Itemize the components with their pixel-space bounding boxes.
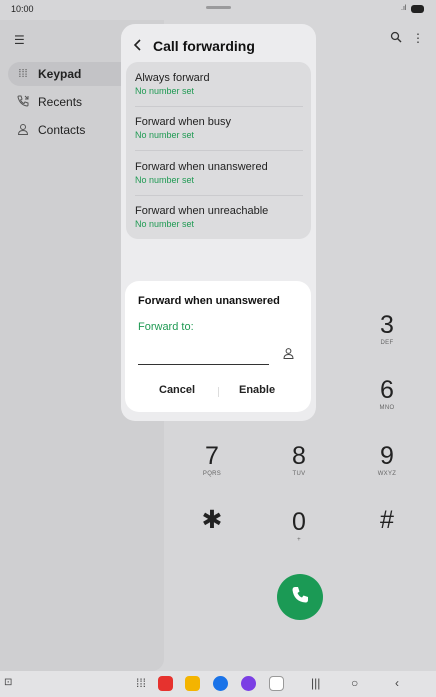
- contacts-icon: [12, 123, 34, 138]
- bottom-taskbar: ⊡ ⁞⁞⁞ ||| ○ ‹: [0, 671, 436, 697]
- option-status: No number set: [135, 219, 195, 229]
- option-title: Forward when unreachable: [135, 205, 269, 217]
- divider: [135, 150, 303, 151]
- key-letters: TUV: [292, 471, 306, 477]
- enable-button[interactable]: Enable: [239, 384, 275, 396]
- app-icon-camera[interactable]: [269, 676, 284, 691]
- keypad-icon: ⁞⁞⁞: [18, 68, 28, 80]
- option-always-forward[interactable]: Always forward No number set: [135, 71, 303, 97]
- key-digit: #: [380, 506, 394, 534]
- dialog-title: Forward when unanswered: [138, 295, 280, 307]
- sidebar-item-label: Contacts: [38, 123, 86, 137]
- forward-dialog: Forward when unanswered Forward to: Canc…: [125, 281, 311, 412]
- back-arrow-icon[interactable]: [133, 38, 153, 54]
- menu-icon[interactable]: ☰: [14, 33, 25, 47]
- status-bar: 10:00 .ıl: [0, 0, 436, 20]
- back-icon[interactable]: ‹: [395, 676, 399, 690]
- page-title: Call forwarding: [153, 38, 255, 54]
- key-0[interactable]: 0 +: [279, 508, 319, 544]
- key-letters: +: [297, 537, 301, 543]
- search-icon[interactable]: [390, 31, 402, 46]
- option-status: No number set: [135, 130, 195, 140]
- key-letters: PQRS: [202, 471, 222, 477]
- phone-icon: [290, 585, 310, 610]
- call-button[interactable]: [277, 574, 323, 620]
- key-digit: ✱: [201, 506, 223, 534]
- option-forward-when-unanswered[interactable]: Forward when unanswered No number set: [135, 160, 303, 186]
- screenshot-icon[interactable]: ⊡: [4, 677, 12, 688]
- status-time: 10:00: [11, 4, 34, 14]
- more-options-icon[interactable]: ⋮: [412, 31, 424, 45]
- key-letters: DEF: [380, 340, 394, 346]
- divider: [135, 195, 303, 196]
- key-digit: 0: [292, 508, 306, 536]
- app-icon-red[interactable]: [158, 676, 173, 691]
- key-digit: 7: [205, 442, 219, 470]
- key-hash[interactable]: #: [367, 506, 407, 534]
- option-title: Always forward: [135, 72, 210, 84]
- signal-icon: .ıl: [401, 5, 407, 12]
- sidebar-item-label: Keypad: [38, 67, 82, 81]
- key-digit: 8: [292, 442, 306, 470]
- option-status: No number set: [135, 86, 195, 96]
- key-digit: 6: [380, 376, 394, 404]
- option-title: Forward when busy: [135, 116, 231, 128]
- forwarding-options-list: Always forward No number set Forward whe…: [126, 62, 311, 239]
- key-star[interactable]: ✱: [192, 506, 232, 534]
- recent-apps-icon[interactable]: |||: [311, 676, 320, 690]
- key-7[interactable]: 7 PQRS: [192, 442, 232, 478]
- key-9[interactable]: 9 WXYZ: [367, 442, 407, 478]
- home-icon[interactable]: ○: [351, 676, 358, 690]
- divider: [135, 106, 303, 107]
- contact-picker-icon[interactable]: [283, 347, 294, 362]
- recents-icon: [12, 95, 34, 110]
- forward-to-label: Forward to:: [138, 321, 194, 333]
- key-letters: MNO: [379, 405, 395, 411]
- key-digit: 3: [380, 311, 394, 339]
- forward-number-input[interactable]: [138, 345, 269, 365]
- option-title: Forward when unanswered: [135, 161, 268, 173]
- battery-icon: [411, 5, 424, 13]
- app-icon-folder[interactable]: [185, 676, 200, 691]
- key-8[interactable]: 8 TUV: [279, 442, 319, 478]
- drag-handle[interactable]: [206, 6, 231, 9]
- apps-grid-icon[interactable]: ⁞⁞⁞: [136, 676, 146, 690]
- cancel-button[interactable]: Cancel: [159, 384, 195, 396]
- key-digit: 9: [380, 442, 394, 470]
- key-letters: WXYZ: [377, 471, 397, 477]
- app-icon-messages[interactable]: [213, 676, 228, 691]
- option-forward-when-unreachable[interactable]: Forward when unreachable No number set: [135, 204, 303, 230]
- key-6[interactable]: 6 MNO: [367, 376, 407, 412]
- key-3[interactable]: 3 DEF: [367, 311, 407, 347]
- sidebar-item-label: Recents: [38, 95, 83, 109]
- option-status: No number set: [135, 175, 195, 185]
- option-forward-when-busy[interactable]: Forward when busy No number set: [135, 115, 303, 141]
- app-icon-browser[interactable]: [241, 676, 256, 691]
- button-divider: [218, 387, 219, 397]
